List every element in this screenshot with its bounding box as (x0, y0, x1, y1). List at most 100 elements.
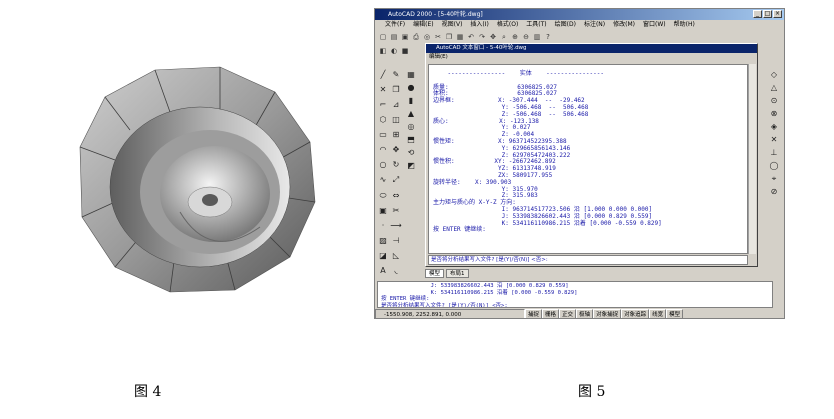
copy-object-icon[interactable]: ❐ (390, 84, 402, 96)
preview-icon[interactable]: ◎ (422, 31, 432, 42)
block-icon[interactable]: ▣ (377, 205, 389, 217)
mtext-icon[interactable]: A (377, 265, 389, 277)
box-icon[interactable]: ▦ (405, 69, 417, 81)
fillet-icon[interactable]: ◟ (390, 265, 402, 277)
cylinder-icon[interactable]: ▮ (405, 95, 417, 107)
spline-icon[interactable]: ∿ (377, 174, 389, 186)
layer-state-icon[interactable]: ◐ (389, 45, 399, 56)
extrude-icon[interactable]: ⬒ (405, 134, 417, 146)
properties-icon[interactable]: ▥ (532, 31, 542, 42)
print-icon[interactable]: ⎙ (411, 31, 421, 42)
snap-none-icon[interactable]: ⊘ (768, 186, 780, 198)
snap-perpendicular-icon[interactable]: ⊥ (768, 147, 780, 159)
status-osnap-button[interactable]: 对象捕捉 (593, 309, 622, 318)
cone-icon[interactable]: ▲ (405, 108, 417, 120)
cut-icon[interactable]: ✂ (433, 31, 443, 42)
snap-endpoint-icon[interactable]: ◇ (768, 69, 780, 81)
status-ortho-button[interactable]: 正交 (559, 309, 577, 318)
new-icon[interactable]: ▢ (378, 31, 388, 42)
status-lineweight-button[interactable]: 线宽 (649, 309, 667, 318)
menu-format[interactable]: 格式(O) (497, 20, 518, 30)
text-window-prompt[interactable]: 是否将分析结果写入文件? [是(Y)/否(N)] <否>: (428, 255, 748, 265)
window-controls: _ □ × (753, 10, 782, 18)
maximize-button[interactable]: □ (763, 10, 772, 18)
circle-icon[interactable]: ○ (377, 159, 389, 171)
chamfer-icon[interactable]: ◺ (390, 250, 402, 262)
scale-icon[interactable]: ⤢ (390, 174, 402, 186)
array-icon[interactable]: ⊞ (390, 129, 402, 141)
menu-dimension[interactable]: 标注(N) (584, 20, 605, 30)
close-button[interactable]: × (773, 10, 782, 18)
paste-icon[interactable]: ▦ (455, 31, 465, 42)
polygon-icon[interactable]: ⬡ (377, 114, 389, 126)
text-window-menu-edit[interactable]: 编辑(E) (426, 53, 757, 62)
zoom-window-icon[interactable]: ⊕ (510, 31, 520, 42)
erase-icon[interactable]: ✎ (390, 69, 402, 81)
line-icon[interactable]: ╱ (377, 69, 389, 81)
figure-4-caption: 图 4 (134, 384, 162, 400)
ellipse-icon[interactable]: ⬭ (377, 190, 389, 202)
save-icon[interactable]: ▣ (400, 31, 410, 42)
trim-icon[interactable]: ✂ (390, 205, 402, 217)
open-icon[interactable]: ▤ (389, 31, 399, 42)
menu-help[interactable]: 帮助(H) (674, 20, 695, 30)
menu-file[interactable]: 文件(F) (385, 20, 405, 30)
redo-icon[interactable]: ↷ (477, 31, 487, 42)
zoom-icon[interactable]: ⌕ (499, 31, 509, 42)
region-icon[interactable]: ◪ (377, 250, 389, 262)
menu-tools[interactable]: 工具(T) (526, 20, 546, 30)
polyline-icon[interactable]: ⌐ (377, 99, 389, 111)
stretch-icon[interactable]: ⇔ (390, 190, 402, 202)
rotate-icon[interactable]: ↻ (390, 159, 402, 171)
point-icon[interactable]: · (377, 220, 389, 232)
snap-node-icon[interactable]: ⊗ (768, 108, 780, 120)
slice-icon[interactable]: ◩ (405, 160, 417, 172)
tab-layout1[interactable]: 布局1 (446, 269, 469, 278)
extend-icon[interactable]: ⟶ (390, 220, 402, 232)
impeller-3d-render (79, 66, 316, 293)
snap-intersection-icon[interactable]: ✕ (768, 134, 780, 146)
draw-modify-toolbar: ╱ ✎ ✕ ❐ ⌐ ⊿ ⬡ ◫ ▭ ⊞ ◠ ✥ ○ ↻ ∿ ⤢ ⬭ ⇔ ▣ ✂ · ⟶ ▨ ⊣ ◪ ◺ A… (377, 69, 403, 279)
menu-modify[interactable]: 修改(M) (613, 20, 635, 30)
menu-edit[interactable]: 编辑(E) (413, 20, 433, 30)
mirror-icon[interactable]: ⊿ (390, 99, 402, 111)
text-window: AutoCAD 文本窗口 - 5-40叶轮.dwg 编辑(E) --------… (425, 43, 758, 267)
pan-icon[interactable]: ✥ (488, 31, 498, 42)
snap-tangent-icon[interactable]: ◯ (768, 160, 780, 172)
snap-center-icon[interactable]: ⊙ (768, 95, 780, 107)
snap-nearest-icon[interactable]: ⌖ (768, 173, 780, 185)
text-window-scrollbar[interactable] (748, 64, 756, 254)
menu-insert[interactable]: 插入(I) (470, 20, 488, 30)
undo-icon[interactable]: ↶ (466, 31, 476, 42)
menu-draw[interactable]: 绘图(D) (555, 20, 576, 30)
offset-icon[interactable]: ◫ (390, 114, 402, 126)
status-grid-button[interactable]: 栅格 (542, 309, 560, 318)
color-icon[interactable]: ■ (400, 45, 410, 56)
figure-5-caption: 图 5 (578, 384, 606, 400)
view-toolbar: ◧ ◐ ■ (375, 44, 423, 57)
copy-icon[interactable]: ❐ (444, 31, 454, 42)
hatch-icon[interactable]: ▨ (377, 235, 389, 247)
move-icon[interactable]: ✥ (390, 144, 402, 156)
layer-icon[interactable]: ◧ (378, 45, 388, 56)
break-icon[interactable]: ⊣ (390, 235, 402, 247)
help-icon[interactable]: ? (543, 31, 553, 42)
snap-quadrant-icon[interactable]: ◈ (768, 121, 780, 133)
torus-icon[interactable]: ◎ (405, 121, 417, 133)
status-otrack-button[interactable]: 对象追踪 (621, 309, 650, 318)
menu-window[interactable]: 窗口(W) (643, 20, 666, 30)
menu-view[interactable]: 视图(V) (442, 20, 463, 30)
minimize-button[interactable]: _ (753, 10, 762, 18)
command-line[interactable]: J: 533983826602.443 沿 [0.000 0.829 0.559… (377, 281, 773, 308)
sphere-icon[interactable]: ● (405, 82, 417, 94)
xline-icon[interactable]: ✕ (377, 84, 389, 96)
status-polar-button[interactable]: 极轴 (576, 309, 594, 318)
revolve-icon[interactable]: ⟲ (405, 147, 417, 159)
snap-midpoint-icon[interactable]: △ (768, 82, 780, 94)
rectangle-icon[interactable]: ▭ (377, 129, 389, 141)
arc-icon[interactable]: ◠ (377, 144, 389, 156)
status-snap-button[interactable]: 捕捉 (525, 309, 543, 318)
zoom-previous-icon[interactable]: ⊖ (521, 31, 531, 42)
status-model-button[interactable]: 模型 (666, 309, 684, 318)
tab-model[interactable]: 模型 (425, 269, 445, 278)
